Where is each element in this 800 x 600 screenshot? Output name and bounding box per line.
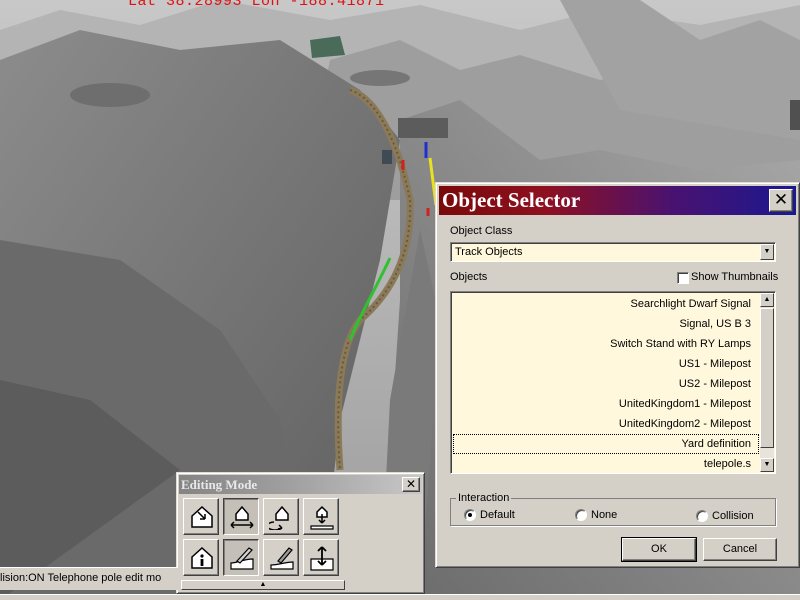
- radio-collision[interactable]: [696, 510, 708, 522]
- status-bar: lision:ON Telephone pole edit mo: [0, 567, 178, 590]
- interaction-label: Interaction: [456, 492, 512, 504]
- coordinate-readout: Lat 38.28993 Lon -188.41871: [128, 0, 385, 10]
- editing-mode-palette: Editing Mode ✕ ▲: [176, 472, 425, 594]
- list-item[interactable]: Searchlight Dwarf Signal: [453, 294, 759, 314]
- radio-collision-label[interactable]: Collision: [712, 510, 754, 522]
- list-item[interactable]: Signal, US B 3: [453, 314, 759, 334]
- move-object-tool[interactable]: [223, 498, 259, 535]
- move-object-icon: [230, 505, 254, 529]
- close-button[interactable]: ✕: [769, 189, 793, 212]
- chevron-down-icon[interactable]: ▼: [760, 244, 774, 260]
- list-item[interactable]: UnitedKingdom2 - Milepost: [453, 414, 759, 434]
- show-thumbnails-label[interactable]: Show Thumbnails: [691, 271, 778, 283]
- radio-none-label[interactable]: None: [591, 509, 617, 521]
- terrain-edit-tool[interactable]: [223, 539, 259, 576]
- palette-collapse-toggle[interactable]: ▲: [181, 580, 345, 590]
- close-button[interactable]: ✕: [402, 477, 420, 492]
- object-info-tool[interactable]: [183, 539, 219, 576]
- object-info-icon: [191, 546, 213, 569]
- scrollbar-thumb[interactable]: [760, 308, 774, 448]
- object-class-value: Track Objects: [455, 246, 523, 258]
- list-item[interactable]: telepole.s: [453, 454, 759, 473]
- close-icon: ✕: [773, 190, 789, 210]
- object-class-dropdown[interactable]: Track Objects ▼: [450, 242, 776, 262]
- raise-lower-terrain-icon: [310, 546, 334, 571]
- objects-label: Objects: [450, 271, 488, 283]
- window-title: Object Selector: [442, 188, 581, 212]
- list-item[interactable]: UnitedKingdom1 - Milepost: [453, 394, 759, 414]
- select-object-icon: [191, 505, 213, 528]
- object-selector-window: Object Selector ✕ Object Class Track Obj…: [435, 182, 800, 568]
- elevate-object-icon: [310, 505, 334, 530]
- scroll-down-icon[interactable]: ▼: [760, 458, 774, 472]
- status-text: lision:ON Telephone pole edit mo: [0, 572, 162, 584]
- list-item[interactable]: US2 - Milepost: [453, 374, 759, 394]
- object-class-label: Object Class: [450, 225, 513, 237]
- terrain-paint-icon: [270, 547, 294, 570]
- show-thumbnails-checkbox[interactable]: [677, 272, 689, 284]
- cancel-button[interactable]: Cancel: [703, 538, 777, 561]
- radio-none[interactable]: [575, 509, 587, 521]
- terrain-paint-tool[interactable]: [263, 539, 299, 576]
- list-item[interactable]: Switch Stand with RY Lamps: [453, 334, 759, 354]
- radio-default-label[interactable]: Default: [480, 509, 515, 521]
- objects-scrollbar[interactable]: ▲ ▼: [760, 293, 774, 472]
- radio-default[interactable]: [464, 509, 476, 521]
- terrain-edit-icon: [230, 547, 254, 570]
- rotate-object-tool[interactable]: [263, 498, 299, 535]
- track-object[interactable]: [382, 150, 392, 164]
- elevate-object-tool[interactable]: [303, 498, 339, 535]
- editing-mode-titlebar[interactable]: Editing Mode ✕: [179, 475, 422, 494]
- palette-title: Editing Mode: [181, 477, 258, 492]
- object-selector-titlebar[interactable]: Object Selector ✕: [439, 186, 796, 215]
- rotate-object-icon: [269, 505, 289, 530]
- list-item[interactable]: US1 - Milepost: [453, 354, 759, 374]
- bottom-frame-edge: [0, 594, 800, 600]
- scroll-up-icon[interactable]: ▲: [760, 293, 774, 307]
- list-item-selected[interactable]: Yard definition: [453, 434, 759, 454]
- ok-button[interactable]: OK: [621, 537, 697, 562]
- raise-lower-terrain-tool[interactable]: [303, 539, 339, 576]
- select-object-tool[interactable]: [183, 498, 219, 535]
- objects-list[interactable]: Searchlight Dwarf Signal Signal, US B 3 …: [450, 291, 776, 474]
- close-icon: ✕: [405, 477, 417, 491]
